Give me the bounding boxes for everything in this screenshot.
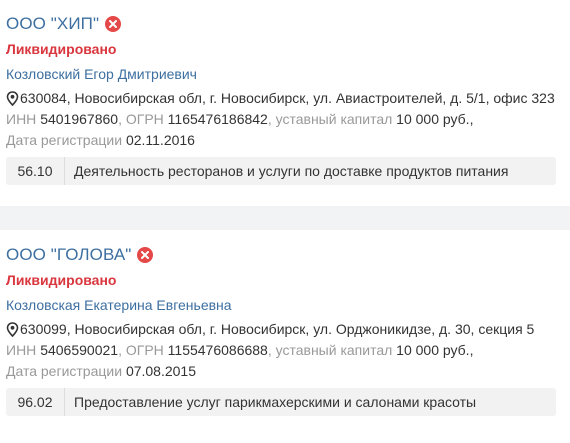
- map-pin-icon: [6, 90, 19, 106]
- okved-code: 56.10: [6, 157, 65, 185]
- registration-date: 07.08.2015: [125, 363, 197, 379]
- ogrn-label: ОГРН: [125, 342, 164, 358]
- okved-badge: 56.10 Деятельность ресторанов и услуги п…: [6, 157, 556, 185]
- director-link[interactable]: Козловский Егор Дмитриевич: [6, 63, 570, 85]
- inn-label: ИНН: [6, 342, 37, 358]
- company-name-link[interactable]: ООО "ГОЛОВА": [6, 245, 131, 265]
- address-row: 630099, Новосибирская обл, г. Новосибирс…: [6, 318, 570, 340]
- company-card: ООО "ГОЛОВА" Ликвидировано Козловская Ек…: [0, 230, 570, 443]
- company-title-row: ООО "ГОЛОВА": [6, 230, 570, 266]
- company-title-row: ООО "ХИП": [6, 0, 570, 35]
- map-pin-icon: [6, 321, 19, 337]
- status-text: Ликвидировано: [6, 41, 117, 57]
- registration-date: 02.11.2016: [125, 132, 195, 148]
- close-circle-icon: [105, 16, 122, 32]
- registration-row: Дата регистрации 07.08.2015: [6, 361, 570, 382]
- registration-label: Дата регистрации: [6, 132, 123, 148]
- okved-code: 96.02: [6, 388, 65, 416]
- requisites-row: ИНН 5406590021, ОГРН 1155476086688, уста…: [6, 342, 474, 358]
- capital-label: уставный капитал: [275, 111, 393, 127]
- registration-row: Дата регистрации 02.11.2016: [6, 130, 570, 151]
- requisites-row: ИНН 5401967860, ОГРН 1165476186842, уста…: [6, 111, 474, 127]
- director-link[interactable]: Козловская Екатерина Евгеньевна: [6, 294, 570, 316]
- inn-label: ИНН: [6, 111, 37, 127]
- inn-value: 5401967860: [40, 111, 119, 127]
- address-row: 630084, Новосибирская обл, г. Новосибирс…: [6, 87, 570, 109]
- company-name-link[interactable]: ООО "ХИП": [6, 14, 99, 34]
- company-card: ООО "ХИП" Ликвидировано Козловский Егор …: [0, 0, 570, 206]
- capital-label: уставный капитал: [275, 342, 393, 358]
- ogrn-label: ОГРН: [125, 111, 164, 127]
- okved-title: Предоставление услуг парикмахерскими и с…: [74, 394, 477, 410]
- okved-badge: 96.02 Предоставление услуг парикмахерски…: [6, 388, 556, 416]
- close-circle-icon: [137, 247, 154, 263]
- inn-value: 5406590021: [40, 342, 119, 358]
- ogrn-value: 1165476186842: [167, 111, 268, 127]
- okved-title: Деятельность ресторанов и услуги по дост…: [74, 163, 509, 179]
- capital-value: 10 000 руб.,: [396, 342, 474, 358]
- ogrn-value: 1155476086688: [167, 342, 268, 358]
- capital-value: 10 000 руб.,: [396, 111, 474, 127]
- status-text: Ликвидировано: [6, 272, 117, 288]
- address-text: 630099, Новосибирская обл, г. Новосибирс…: [20, 321, 535, 337]
- address-text: 630084, Новосибирская обл, г. Новосибирс…: [20, 90, 555, 106]
- registration-label: Дата регистрации: [6, 363, 123, 379]
